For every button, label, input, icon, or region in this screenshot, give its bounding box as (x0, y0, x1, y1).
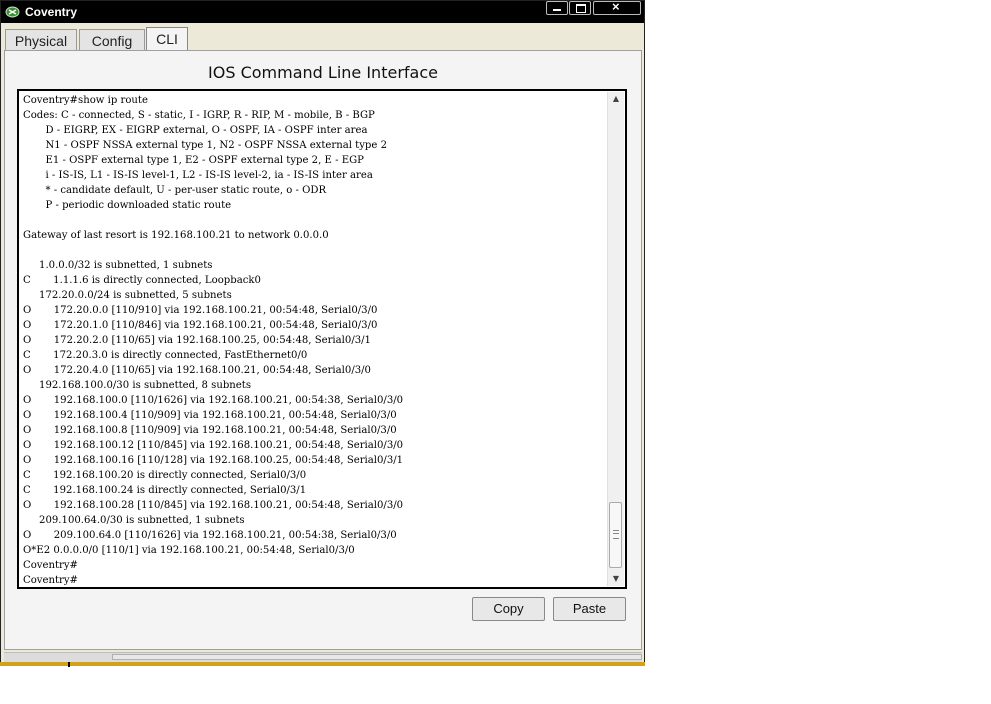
taskbar-strip (0, 662, 645, 666)
paste-button[interactable]: Paste (553, 597, 626, 621)
scroll-thumb[interactable] (609, 502, 622, 568)
tab-cli[interactable]: CLI (146, 27, 188, 52)
tab-physical[interactable]: Physical (5, 29, 77, 51)
horizontal-scrollbar[interactable] (4, 652, 642, 662)
cli-panel: IOS Command Line Interface Coventry#show… (4, 50, 642, 650)
close-icon: × (612, 0, 620, 14)
close-button[interactable]: × (593, 0, 641, 15)
terminal-line: C 172.20.3.0 is directly connected, Fast… (23, 350, 308, 361)
terminal-line: C 192.168.100.24 is directly connected, … (23, 485, 307, 496)
tab-config[interactable]: Config (79, 29, 145, 51)
terminal-line: 209.100.64.0/30 is subnetted, 1 subnets (23, 515, 245, 526)
terminal-line: O*E2 0.0.0.0/0 [110/1] via 192.168.100.2… (23, 545, 355, 556)
terminal-line: Gateway of last resort is 192.168.100.21… (23, 230, 329, 241)
terminal-line: O 192.168.100.28 [110/845] via 192.168.1… (23, 500, 404, 511)
terminal-line: O 192.168.100.8 [110/909] via 192.168.10… (23, 425, 397, 436)
terminal-line: D - EIGRP, EX - EIGRP external, O - OSPF… (23, 125, 368, 136)
page-title: IOS Command Line Interface (208, 63, 438, 82)
maximize-button[interactable] (569, 1, 591, 15)
minimize-button[interactable] (546, 1, 568, 15)
terminal-line: O 172.20.4.0 [110/65] via 192.168.100.21… (23, 365, 371, 376)
terminal-line: O 192.168.100.4 [110/909] via 192.168.10… (23, 410, 397, 421)
scroll-down-icon[interactable]: ▼ (608, 572, 624, 586)
terminal-line: O 172.20.0.0 [110/910] via 192.168.100.2… (23, 305, 378, 316)
terminal-line: Codes: C - connected, S - static, I - IG… (23, 110, 375, 121)
terminal-line: C 1.1.1.6 is directly connected, Loopbac… (23, 275, 261, 286)
device-window: Coventry × Physical Config CLI IOS Comma… (0, 0, 645, 665)
device-icon (5, 6, 20, 18)
terminal-text[interactable]: Coventry#show ip route Codes: C - connect… (23, 93, 608, 587)
terminal-line: i - IS-IS, L1 - IS-IS level-1, L2 - IS-I… (23, 170, 373, 181)
terminal-output[interactable]: Coventry#show ip route Codes: C - connect… (17, 89, 627, 589)
window-title: Coventry (25, 5, 78, 19)
terminal-line: C 192.168.100.20 is directly connected, … (23, 470, 307, 481)
terminal-line: 172.20.0.0/24 is subnetted, 5 subnets (23, 290, 232, 301)
terminal-line: 192.168.100.0/30 is subnetted, 8 subnets (23, 380, 252, 391)
terminal-line: Coventry# (23, 575, 79, 586)
scroll-up-icon[interactable]: ▲ (608, 92, 624, 106)
copy-button[interactable]: Copy (472, 597, 545, 621)
terminal-line: N1 - OSPF NSSA external type 1, N2 - OSP… (23, 140, 387, 151)
terminal-line: P - periodic downloaded static route (23, 200, 232, 211)
taskbar-divider (68, 662, 70, 667)
terminal-line: * - candidate default, U - per-user stat… (23, 185, 327, 196)
title-bar[interactable]: Coventry × (1, 0, 644, 23)
terminal-line: O 192.168.100.0 [110/1626] via 192.168.1… (23, 395, 404, 406)
terminal-scrollbar[interactable]: ▲ ▼ (607, 92, 624, 586)
terminal-line: E1 - OSPF external type 1, E2 - OSPF ext… (23, 155, 364, 166)
terminal-line: O 209.100.64.0 [110/1626] via 192.168.10… (23, 530, 397, 541)
terminal-line: O 172.20.2.0 [110/65] via 192.168.100.25… (23, 335, 371, 346)
terminal-line: O 172.20.1.0 [110/846] via 192.168.100.2… (23, 320, 378, 331)
terminal-line: O 192.168.100.16 [110/128] via 192.168.1… (23, 455, 404, 466)
horizontal-scroll-thumb[interactable] (112, 654, 642, 660)
terminal-line: Coventry#show ip route (23, 95, 148, 106)
terminal-line: O 192.168.100.12 [110/845] via 192.168.1… (23, 440, 404, 451)
terminal-line: Coventry# (23, 560, 79, 571)
terminal-line: 1.0.0.0/32 is subnetted, 1 subnets (23, 260, 213, 271)
grip-icon (613, 530, 619, 539)
